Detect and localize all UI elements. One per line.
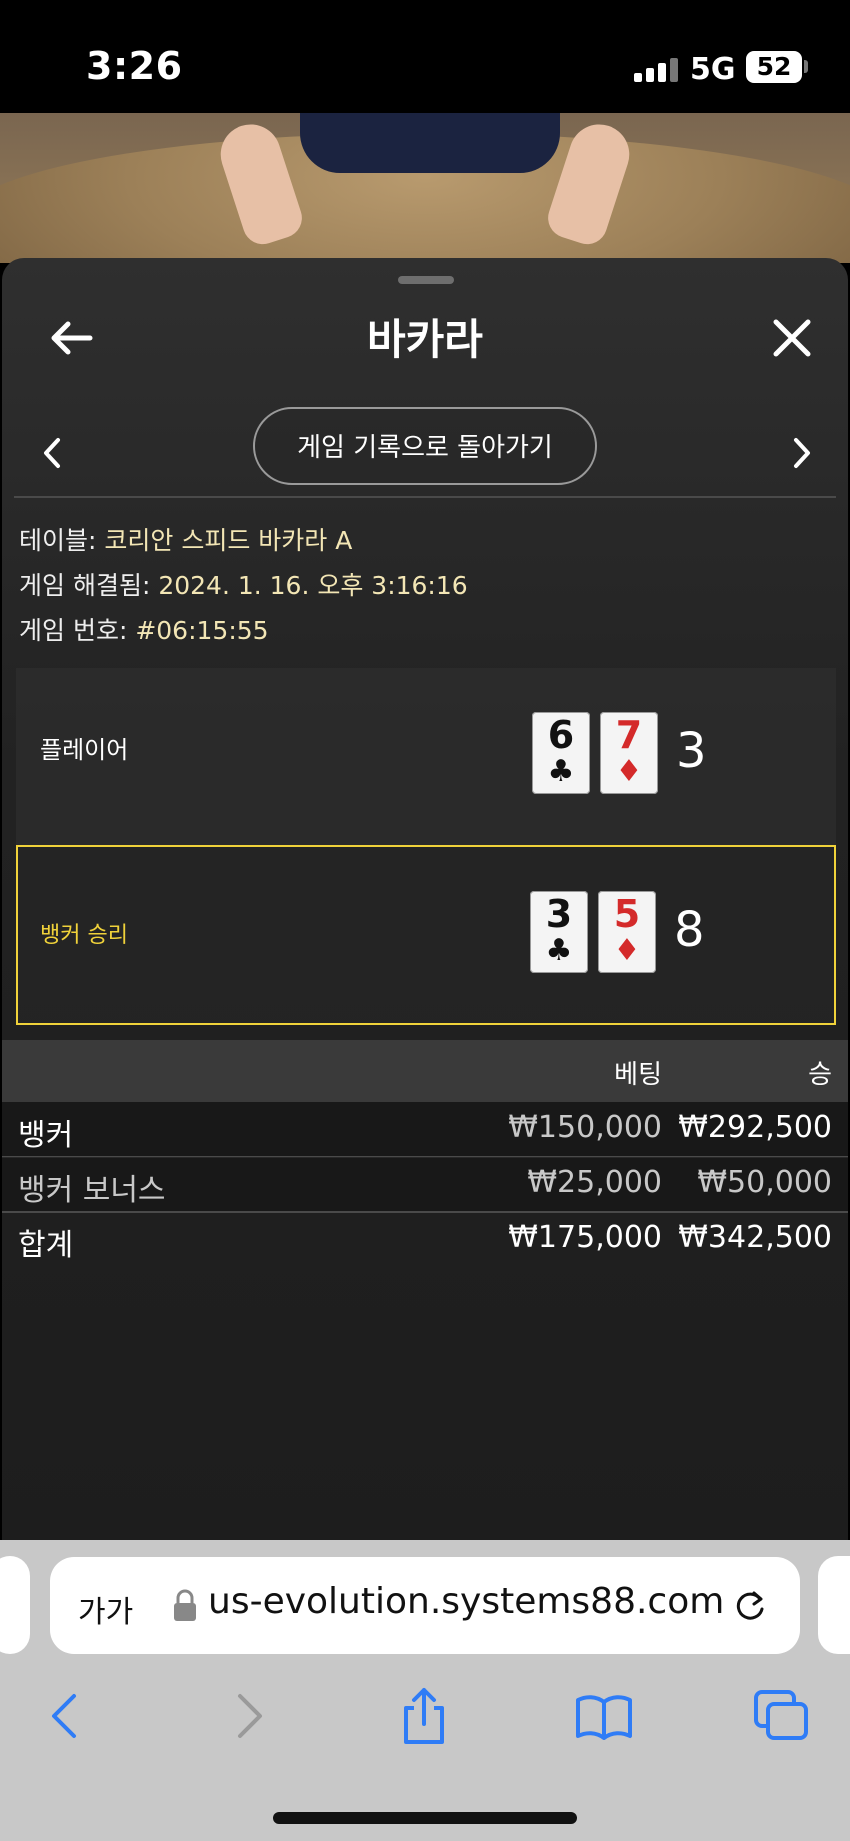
page-title: 바카라 <box>367 315 483 364</box>
bet-name: 뱅커 보너스 <box>18 1173 166 1208</box>
table-row: 뱅커 보너스 ₩25,000 ₩50,000 <box>2 1157 848 1211</box>
bet-name: 뱅커 <box>18 1118 74 1153</box>
reload-icon[interactable] <box>730 1587 770 1627</box>
card-rank: 6 <box>547 713 575 757</box>
next-game-chevron-icon[interactable] <box>782 428 822 478</box>
card-rank: 3 <box>545 892 573 936</box>
player-card-2: 7 ♦ <box>600 712 658 794</box>
bet-amount: ₩150,000 <box>508 1110 662 1145</box>
network-type: 5G <box>690 52 736 87</box>
lock-icon <box>172 1589 198 1623</box>
sheet-grabber[interactable] <box>398 276 454 284</box>
banker-score: 8 <box>674 902 705 958</box>
table-row-total: 합계 ₩175,000 ₩342,500 <box>2 1212 848 1266</box>
diamond-suit-icon: ♦ <box>613 933 641 968</box>
share-icon[interactable] <box>394 1686 454 1746</box>
bet-amount: ₩25,000 <box>527 1165 662 1200</box>
table-info: 테이블: 코리안 스피드 바카라 A <box>19 521 352 557</box>
url-text: us-evolution.systems88.com <box>208 1581 725 1622</box>
text-size-button[interactable]: 가가 <box>78 1587 133 1631</box>
card-rank: 7 <box>615 713 643 757</box>
battery-icon: 52 <box>746 51 802 83</box>
divider <box>14 496 836 498</box>
diamond-suit-icon: ♦ <box>615 754 643 789</box>
player-hand-row: 플레이어 6 ♣ 7 ♦ 3 <box>16 668 836 846</box>
close-icon[interactable] <box>762 308 822 368</box>
banker-card-1: 3 ♣ <box>530 891 588 973</box>
status-bar: 3:26 5G 52 <box>0 0 850 113</box>
back-to-history-button[interactable]: 게임 기록으로 돌아가기 <box>253 407 597 485</box>
bet-column-header: 베팅 <box>614 1060 662 1090</box>
game-number-info: 게임 번호: #06:15:55 <box>19 611 269 647</box>
table-value: 코리안 스피드 바카라 A <box>104 526 353 555</box>
table-label: 테이블: <box>19 526 97 555</box>
battery-cap <box>804 60 808 73</box>
banker-win-label: 뱅커 승리 <box>40 923 128 948</box>
dealer <box>300 113 560 173</box>
win-column-header: 승 <box>808 1060 832 1090</box>
signal-icon <box>634 58 680 82</box>
home-indicator <box>273 1812 577 1824</box>
total-bet-amount: ₩175,000 <box>508 1220 662 1255</box>
tabs-icon[interactable] <box>752 1686 812 1746</box>
player-label: 플레이어 <box>40 736 129 764</box>
bets-table-header: 베팅 승 <box>2 1040 848 1102</box>
total-win-amount: ₩342,500 <box>678 1220 832 1255</box>
player-score: 3 <box>676 723 707 779</box>
win-amount: ₩292,500 <box>678 1110 832 1145</box>
previous-game-chevron-icon[interactable] <box>32 428 72 478</box>
player-card-1: 6 ♣ <box>532 712 590 794</box>
address-bar[interactable]: 가가 us-evolution.systems88.com <box>50 1557 800 1654</box>
live-video-feed <box>0 113 850 263</box>
browser-toolbar: 가가 us-evolution.systems88.com <box>0 1540 850 1841</box>
bookmarks-icon[interactable] <box>574 1686 634 1746</box>
browser-forward-icon[interactable] <box>218 1686 278 1746</box>
banker-card-2: 5 ♦ <box>598 891 656 973</box>
game-result-sheet: 바카라 게임 기록으로 돌아가기 테이블: 코리안 스피드 바카라 A 게임 해… <box>2 258 848 1540</box>
club-suit-icon: ♣ <box>547 754 575 789</box>
banker-hand-row: 뱅커 승리 3 ♣ 5 ♦ 8 <box>16 845 836 1025</box>
clock: 3:26 <box>86 44 183 88</box>
game-number-value: #06:15:55 <box>135 616 269 645</box>
card-rank: 5 <box>613 892 641 936</box>
previous-tab-preview[interactable] <box>0 1556 30 1654</box>
total-label: 합계 <box>18 1228 74 1263</box>
resolved-value: 2024. 1. 16. 오후 3:16:16 <box>158 571 468 600</box>
next-tab-preview[interactable] <box>818 1556 850 1654</box>
win-amount: ₩50,000 <box>697 1165 832 1200</box>
resolved-label: 게임 해결됨: <box>19 571 151 600</box>
table-row: 뱅커 ₩150,000 ₩292,500 <box>2 1102 848 1156</box>
browser-back-icon[interactable] <box>36 1686 96 1746</box>
resolved-info: 게임 해결됨: 2024. 1. 16. 오후 3:16:16 <box>19 566 468 602</box>
club-suit-icon: ♣ <box>545 933 573 968</box>
game-number-label: 게임 번호: <box>19 616 128 645</box>
